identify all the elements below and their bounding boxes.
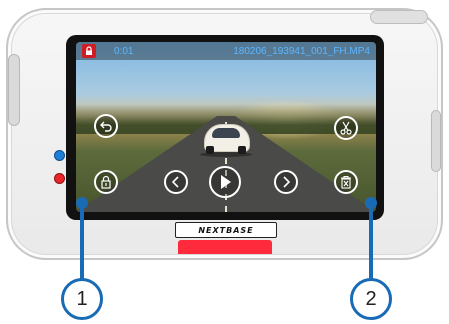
video-playback-screen: 0:01 180206_193941_001_FH.MP4 bbox=[76, 42, 376, 212]
blue-status-led bbox=[55, 151, 64, 160]
next-button[interactable] bbox=[274, 170, 298, 194]
callout-1-label: 1 bbox=[76, 287, 88, 310]
back-arrow-icon bbox=[100, 121, 112, 132]
back-button[interactable] bbox=[94, 114, 118, 138]
playback-time: 0:01 bbox=[114, 45, 134, 57]
trash-icon bbox=[341, 175, 351, 189]
brand-logo: NEXTBASE bbox=[175, 222, 277, 238]
video-frame-car-window bbox=[212, 128, 240, 138]
chevron-left-icon bbox=[171, 176, 179, 188]
callout-1-line bbox=[80, 203, 84, 279]
video-frame-car-wheel bbox=[238, 146, 246, 154]
play-button[interactable] bbox=[209, 166, 241, 198]
callout-2-line bbox=[369, 203, 373, 279]
previous-button[interactable] bbox=[164, 170, 188, 194]
video-frame-car-wheel bbox=[206, 146, 214, 154]
side-button bbox=[431, 110, 441, 172]
top-button bbox=[370, 10, 428, 24]
chevron-right-icon bbox=[283, 176, 291, 188]
file-name: 180206_193941_001_FH.MP4 bbox=[233, 45, 370, 57]
play-icon bbox=[221, 175, 231, 189]
lock-icon bbox=[82, 44, 96, 58]
callout-1-bubble: 1 bbox=[61, 278, 103, 320]
protect-lock-icon bbox=[101, 175, 111, 189]
red-status-led bbox=[55, 174, 64, 183]
brand-logo-text: NEXTBASE bbox=[198, 225, 254, 235]
delete-file-button[interactable] bbox=[334, 170, 358, 194]
scissors-icon bbox=[340, 121, 352, 135]
callout-2-label: 2 bbox=[365, 287, 377, 310]
cut-clip-button[interactable] bbox=[334, 116, 358, 140]
side-port bbox=[8, 54, 20, 126]
callout-2-bubble: 2 bbox=[350, 278, 392, 320]
protect-file-button[interactable] bbox=[94, 170, 118, 194]
playback-status-bar: 0:01 180206_193941_001_FH.MP4 bbox=[76, 42, 376, 60]
record-button[interactable] bbox=[178, 240, 272, 254]
